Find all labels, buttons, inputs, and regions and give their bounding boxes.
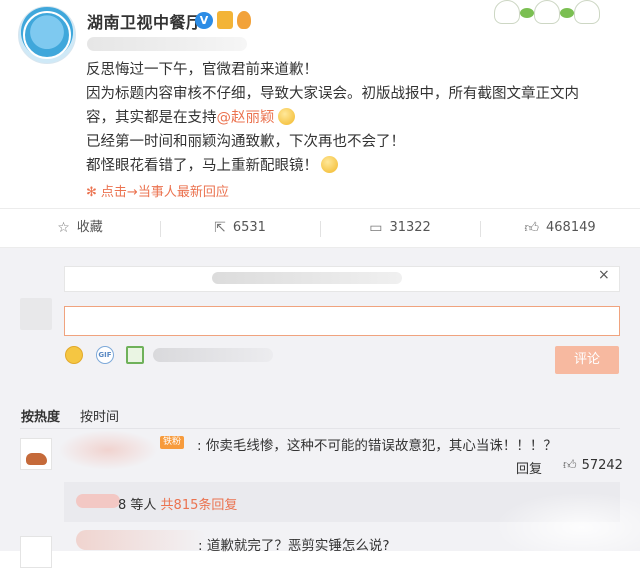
emoji-picker-icon[interactable] [65, 346, 83, 364]
submit-comment-button[interactable]: 评论 [555, 346, 619, 374]
share-icon: ⇱ [214, 220, 226, 236]
divider [20, 428, 620, 429]
medal-badge-icon [237, 11, 251, 29]
like-button[interactable]: 👍︎ 468149 [480, 209, 640, 247]
comment-like-button[interactable]: 👍︎ 57242 [563, 458, 623, 473]
thumbs-up-icon: 👍︎ [524, 220, 539, 236]
favorite-button[interactable]: ☆ 收藏 [0, 209, 160, 247]
embarrassed-emoji-icon [321, 156, 338, 173]
post-action-bar: ☆ 收藏 ⇱ 6531 ▭ 31322 👍︎ 468149 [0, 208, 640, 248]
fold-link-label: 点击 [100, 185, 127, 200]
view-replies-link[interactable]: 共815条回复 [161, 498, 238, 513]
fan-badge: 铁粉 [160, 436, 185, 449]
my-avatar [20, 298, 52, 330]
commenter-name-blurred [76, 530, 206, 550]
close-icon[interactable]: × [598, 267, 610, 283]
sort-by-time-tab[interactable]: 按时间 [80, 406, 119, 425]
replies-prefix: 8 等人 [118, 498, 157, 513]
tool-option-blurred [153, 348, 273, 362]
sort-by-hot-tab[interactable]: 按热度 [21, 406, 60, 425]
latest-response-link[interactable]: ✻ 点击→当事人最新回应 [86, 181, 229, 200]
club-badge-icon [217, 11, 233, 29]
post-line: 反思悔过一下午，官微君前来道歉！ [86, 62, 318, 78]
commenter-avatar[interactable] [20, 438, 52, 470]
comment-text: : 你卖毛线惨，这种不可能的错误故意犯，其心当诛！！！？ [197, 438, 557, 454]
dog-icon [26, 453, 47, 465]
post-line-text: 容，其实都是在支持 [86, 110, 217, 126]
mention-link[interactable]: @赵丽颖 [217, 110, 275, 126]
watermark-overlay [494, 492, 640, 551]
commenter-name-blurred [58, 430, 158, 470]
post-line: 容，其实都是在支持@赵丽颖 [86, 106, 626, 130]
comment-like-count: 57242 [581, 458, 623, 473]
post-line: 已经第一时间和丽颖沟通致歉，下次再也不会了！ [86, 134, 405, 150]
card-decoration [490, 0, 610, 24]
comment-button[interactable]: ▭ 31322 [320, 209, 480, 247]
commenter-avatar[interactable] [20, 536, 52, 568]
reply-button[interactable]: 回复 [516, 458, 542, 477]
post-line: 因为标题内容审核不仔细，导致大家误会。初版战报中，所有截图文章正文内 [86, 86, 579, 102]
post-text: 反思悔过一下午，官微君前来道歉！ 因为标题内容审核不仔细，导致大家误会。初版战报… [86, 58, 626, 178]
star-icon: ☆ [57, 220, 70, 236]
like-count: 468149 [546, 220, 596, 235]
fold-link-rest: 当事人最新回应 [137, 185, 229, 200]
thumbs-up-icon: 👍︎ [563, 458, 577, 473]
comment-text: : 道歉就完了？恶剪实锤怎么说? [198, 538, 390, 554]
forward-count: 6531 [232, 220, 266, 235]
avatar-ring [23, 11, 71, 59]
reply-names-blurred [76, 494, 120, 508]
sad-emoji-icon [277, 108, 295, 125]
post-meta-blurred [87, 37, 247, 51]
favorite-label: 收藏 [76, 220, 103, 235]
comment-input[interactable] [64, 306, 620, 336]
post-line: 都怪眼花看错了，马上重新配眼镜！ [86, 154, 626, 178]
fold-link-arrow-icon: → [126, 185, 138, 200]
replies-summary-text: 8 等人 共815条回复 [118, 494, 237, 513]
image-upload-icon[interactable] [126, 346, 144, 364]
gif-icon[interactable]: GIF [96, 346, 114, 364]
verified-badge-icon: V [195, 12, 213, 29]
forward-button[interactable]: ⇱ 6531 [160, 209, 320, 247]
notice-text-blurred [212, 272, 402, 284]
account-name[interactable]: 湖南卫视中餐厅 [87, 9, 203, 33]
comment-count: 31322 [389, 220, 431, 235]
post-line-text: 都怪眼花看错了，马上重新配眼镜！ [86, 158, 318, 174]
flower-icon: ✻ [86, 185, 97, 200]
comment-icon: ▭ [369, 220, 383, 236]
